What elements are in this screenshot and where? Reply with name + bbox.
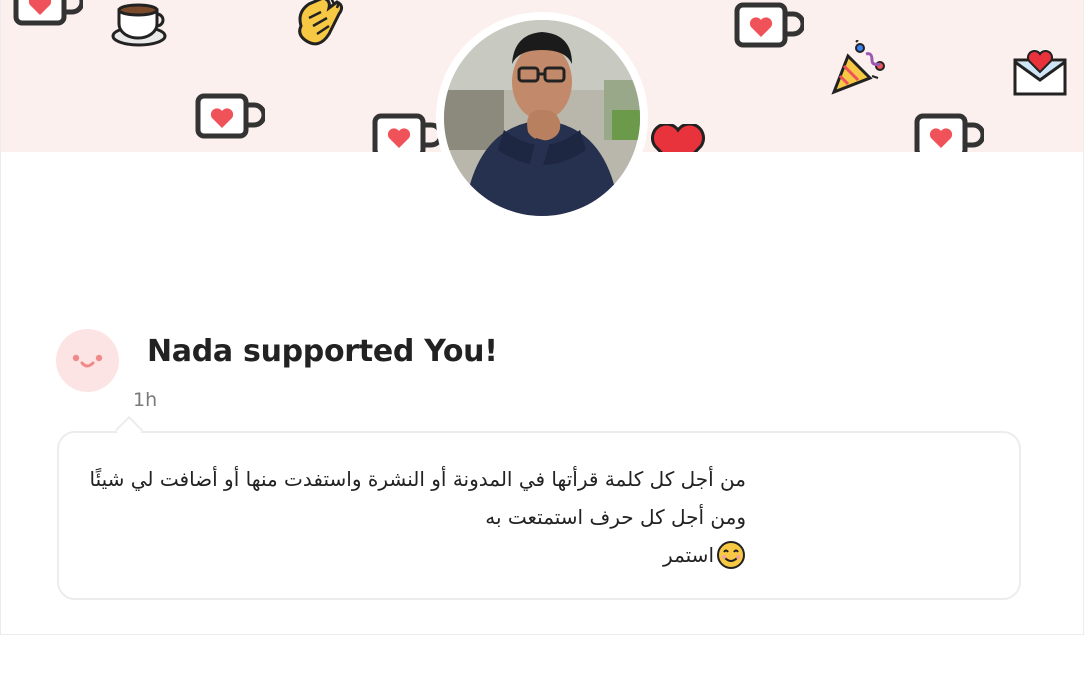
creator-photo	[444, 20, 640, 216]
smiling-face-icon	[717, 541, 745, 569]
message-line-3: استمر	[663, 543, 714, 567]
party-popper-icon	[831, 40, 885, 95]
red-heart-icon	[651, 124, 705, 152]
support-message: من أجل كل كلمة قرأتها في المدونة أو النش…	[86, 460, 746, 574]
hot-coffee-icon	[111, 3, 167, 47]
creator-avatar	[436, 12, 648, 224]
message-line-2: ومن أجل كل حرف استمتعت به	[485, 505, 746, 529]
message-line-3-wrap: استمر	[86, 536, 746, 574]
coffee-mug-icon	[734, 2, 804, 48]
support-card: Nada supported You! 1h من أجل كل كلمة قر…	[0, 0, 1084, 635]
coffee-mug-icon	[195, 93, 265, 139]
smiling-face-icon	[72, 354, 103, 368]
support-headline: Nada supported You!	[147, 334, 498, 369]
clapping-hands-icon	[298, 0, 344, 46]
love-letter-icon	[1013, 49, 1067, 96]
coffee-mug-icon	[372, 113, 442, 152]
support-time: 1h	[133, 389, 158, 411]
coffee-mug-icon	[13, 0, 83, 26]
supporter-avatar	[56, 329, 119, 392]
coffee-mug-icon	[914, 113, 984, 152]
message-line-1: من أجل كل كلمة قرأتها في المدونة أو النش…	[89, 467, 746, 491]
